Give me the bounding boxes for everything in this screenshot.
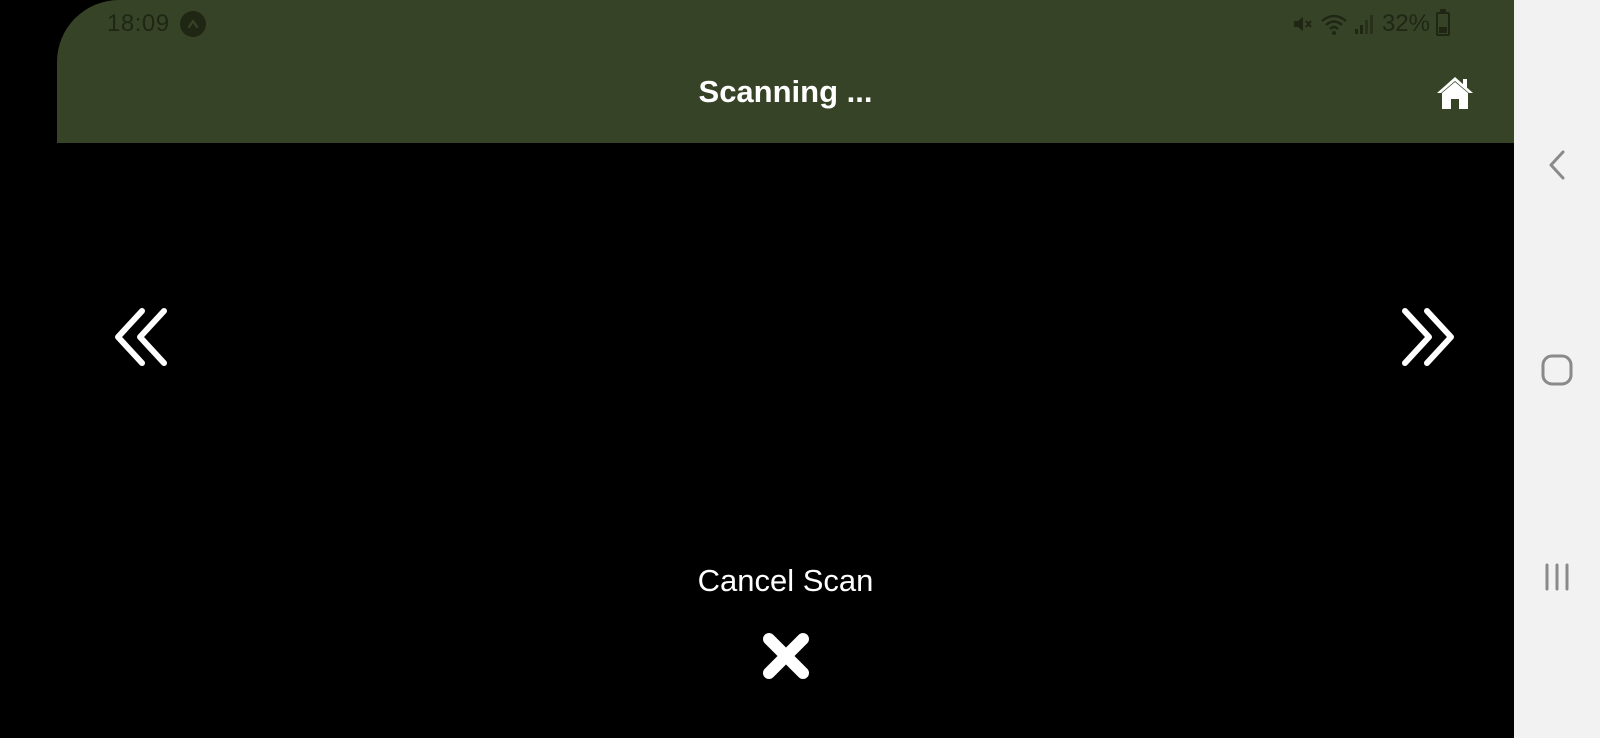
recents-icon xyxy=(1545,563,1569,591)
system-home-button[interactable] xyxy=(1514,340,1600,400)
next-button[interactable] xyxy=(1395,305,1459,369)
system-navigation-bar xyxy=(1514,0,1600,738)
screen: 18:09 32% Scanning ... Cancel Scan xyxy=(0,0,1600,738)
back-icon xyxy=(1549,150,1565,180)
wifi-icon xyxy=(1320,12,1348,36)
previous-button[interactable] xyxy=(110,305,174,369)
battery-percent: 32% xyxy=(1381,10,1430,37)
page-title: Scanning ... xyxy=(698,74,873,109)
signal-icon xyxy=(1354,12,1376,36)
status-time: 18:09 xyxy=(107,10,170,37)
double-chevron-left-icon xyxy=(115,308,167,366)
status-bar-left: 18:09 xyxy=(107,10,206,38)
home-icon xyxy=(1437,77,1473,109)
home-button[interactable] xyxy=(1434,74,1476,112)
home-circle-icon xyxy=(1541,354,1573,386)
close-icon xyxy=(763,633,809,679)
mute-icon xyxy=(1290,12,1314,36)
header: 18:09 32% Scanning ... xyxy=(57,0,1514,143)
cancel-scan-label: Cancel Scan xyxy=(697,563,874,598)
cancel-scan-button[interactable] xyxy=(760,630,812,682)
system-recents-button[interactable] xyxy=(1514,547,1600,607)
app-notification-icon xyxy=(179,11,206,37)
battery-icon xyxy=(1436,9,1450,36)
system-back-button[interactable] xyxy=(1514,135,1600,195)
status-bar-right: 32% xyxy=(1290,9,1450,38)
double-chevron-right-icon xyxy=(1402,308,1454,366)
